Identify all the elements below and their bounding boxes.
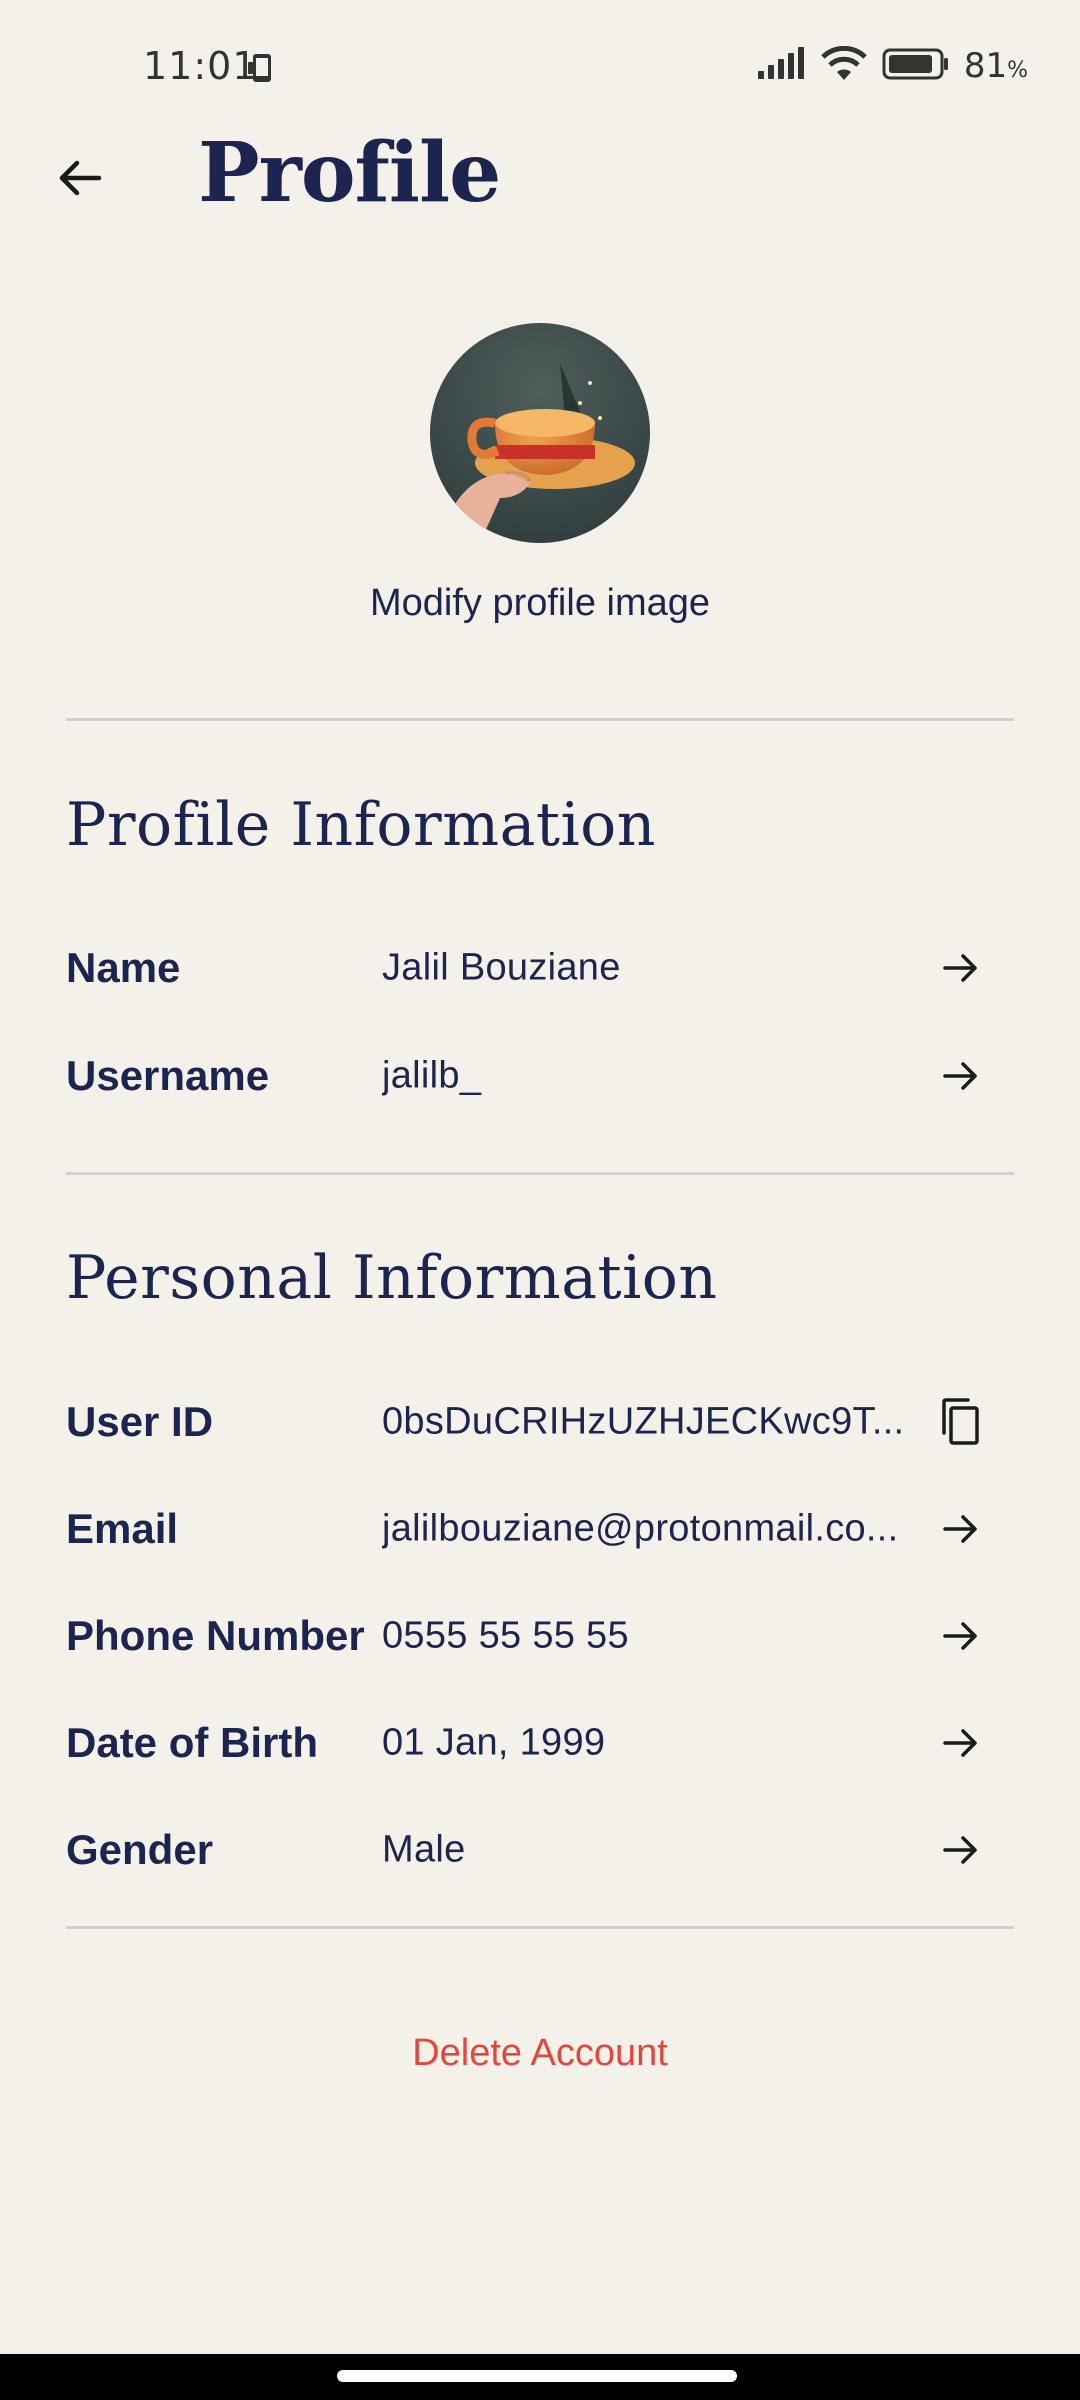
battery-percent-value: 81 xyxy=(963,46,1008,86)
page-title: Profile xyxy=(198,125,501,221)
email-label: Email xyxy=(66,1505,179,1552)
divider xyxy=(66,1926,1014,1929)
phone-number-row[interactable]: Phone Number 0555 55 55 55 xyxy=(0,1588,1080,1684)
arrow-left-icon xyxy=(55,153,105,208)
arrow-right-icon[interactable] xyxy=(930,937,992,999)
battery-percent-unit: % xyxy=(1007,58,1028,83)
divider xyxy=(66,718,1014,721)
battery-percentage: 81% xyxy=(964,46,1028,86)
arrow-right-icon[interactable] xyxy=(930,1712,992,1774)
divider xyxy=(66,1172,1014,1175)
user-id-label: User ID xyxy=(66,1398,214,1445)
email-row[interactable]: Email jalilbouziane@protonmail.co... xyxy=(0,1481,1080,1577)
username-value: jalilb_ xyxy=(382,1054,482,1097)
delete-account-button[interactable]: Delete Account xyxy=(0,2032,1080,2075)
signal-icon xyxy=(756,46,806,86)
status-icons: 81% xyxy=(756,44,1028,88)
phone-icon xyxy=(246,52,280,86)
navigation-bar xyxy=(0,2354,1080,2400)
avatar[interactable] xyxy=(430,323,650,543)
personal-information-title: Personal Information xyxy=(66,1243,718,1313)
phone-number-label: Phone Number xyxy=(66,1612,365,1659)
modify-profile-image-link[interactable]: Modify profile image xyxy=(0,582,1080,625)
gender-label: Gender xyxy=(66,1826,214,1873)
name-row[interactable]: Name Jalil Bouziane xyxy=(0,920,1080,1016)
date-of-birth-row[interactable]: Date of Birth 01 Jan, 1999 xyxy=(0,1695,1080,1791)
arrow-right-icon[interactable] xyxy=(930,1045,992,1107)
gender-row[interactable]: Gender Male xyxy=(0,1802,1080,1898)
copy-icon[interactable] xyxy=(930,1391,992,1453)
user-id-row[interactable]: User ID 0bsDuCRIHzUZHJECKwc9T... xyxy=(0,1374,1080,1470)
name-label: Name xyxy=(66,944,181,991)
arrow-right-icon[interactable] xyxy=(930,1819,992,1881)
profile-information-title: Profile Information xyxy=(66,790,656,860)
phone-number-value: 0555 55 55 55 xyxy=(382,1614,629,1657)
arrow-right-icon[interactable] xyxy=(930,1498,992,1560)
name-value: Jalil Bouziane xyxy=(382,946,621,989)
username-row[interactable]: Username jalilb_ xyxy=(0,1028,1080,1124)
home-indicator[interactable] xyxy=(337,2370,737,2382)
username-label: Username xyxy=(66,1052,270,1099)
gender-value: Male xyxy=(382,1828,466,1871)
battery-icon xyxy=(882,47,950,86)
back-button[interactable] xyxy=(40,140,120,220)
user-id-value: 0bsDuCRIHzUZHJECKwc9T... xyxy=(382,1400,905,1443)
date-of-birth-label: Date of Birth xyxy=(66,1719,318,1766)
email-value: jalilbouziane@protonmail.co... xyxy=(382,1507,899,1550)
date-of-birth-value: 01 Jan, 1999 xyxy=(382,1721,606,1764)
status-time: 11:01 xyxy=(143,44,258,88)
arrow-right-icon[interactable] xyxy=(930,1605,992,1667)
status-bar: 11:01 81% xyxy=(0,0,1080,130)
wifi-icon xyxy=(820,45,868,87)
